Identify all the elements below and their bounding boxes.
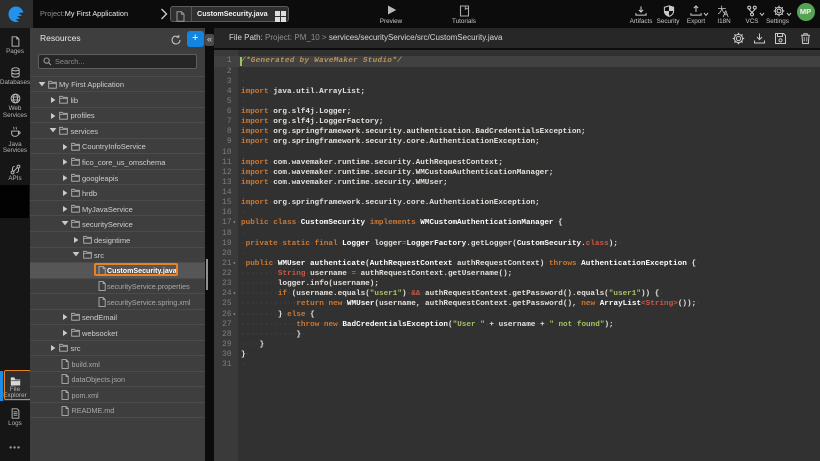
svg-text:A: A: [723, 9, 729, 17]
